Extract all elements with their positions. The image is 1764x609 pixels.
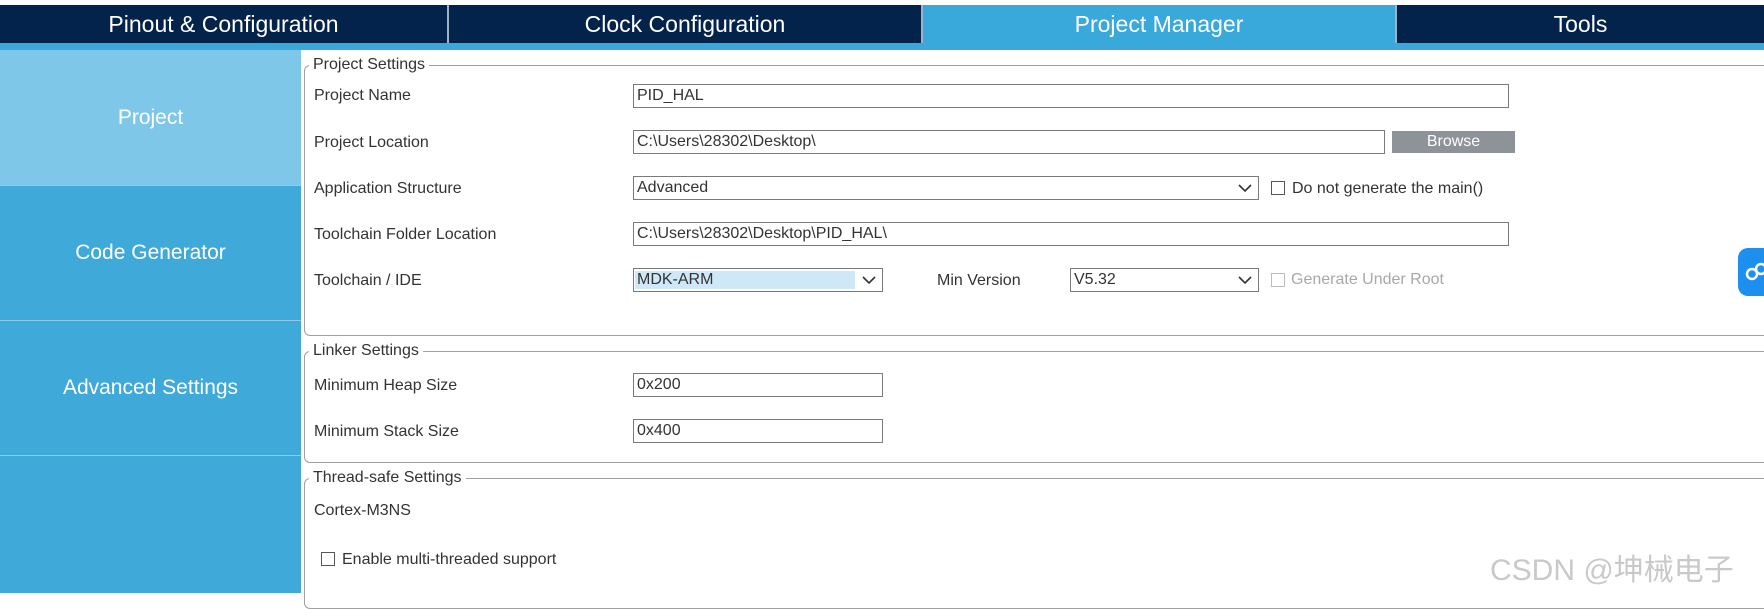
project-name-input[interactable]: PID_HAL <box>633 84 1509 108</box>
sidebar-item-label: Project <box>117 105 184 129</box>
toolchain-folder-label: Toolchain Folder Location <box>314 226 497 243</box>
project-name-label: Project Name <box>314 87 411 104</box>
chevron-down-icon <box>1238 276 1252 285</box>
min-version-select[interactable]: V5.32 <box>1070 268 1259 292</box>
enable-multithreaded-label: Enable multi-threaded support <box>342 551 557 568</box>
tab-tools[interactable]: Tools <box>1397 5 1764 43</box>
project-settings-legend: Project Settings <box>313 56 426 73</box>
floating-link-button[interactable] <box>1738 248 1764 296</box>
chevron-down-icon <box>862 276 876 285</box>
do-not-generate-main-label: Do not generate the main() <box>1292 180 1484 197</box>
application-structure-value: Advanced <box>637 179 709 196</box>
sidebar: Project Code Generator Advanced Settings <box>0 50 301 593</box>
watermark: CSDN @坤械电子 <box>1490 554 1734 587</box>
chevron-down-icon <box>1238 184 1252 193</box>
toolchain-ide-value: MDK-ARM <box>635 271 855 289</box>
sidebar-item-project[interactable]: Project <box>0 50 301 186</box>
do-not-generate-main-checkbox[interactable] <box>1271 181 1285 195</box>
toolchain-ide-select[interactable]: MDK-ARM <box>633 268 883 292</box>
tab-clock-configuration[interactable]: Clock Configuration <box>449 5 923 43</box>
linker-settings-legend: Linker Settings <box>313 342 419 359</box>
tab-pinout-configuration[interactable]: Pinout & Configuration <box>0 5 449 43</box>
toolchain-ide-label: Toolchain / IDE <box>314 272 422 289</box>
sidebar-item-label: Advanced Settings <box>62 376 239 399</box>
linker-settings-group: Linker Settings <box>304 342 1764 463</box>
toolchain-folder-input[interactable]: C:\Users\28302\Desktop\PID_HAL\ <box>633 222 1509 246</box>
minimum-heap-size-input[interactable]: 0x200 <box>633 373 883 397</box>
generate-under-root-checkbox[interactable] <box>1271 273 1285 287</box>
generate-under-root-label: Generate Under Root <box>1291 271 1444 288</box>
top-tab-bar: Pinout & Configuration Clock Configurati… <box>0 0 1764 50</box>
sidebar-item-code-generator[interactable]: Code Generator <box>0 186 301 321</box>
project-location-input[interactable]: C:\Users\28302\Desktop\ <box>633 130 1385 154</box>
application-structure-label: Application Structure <box>314 180 462 197</box>
application-structure-select[interactable]: Advanced <box>633 176 1259 200</box>
min-version-label: Min Version <box>937 272 1021 289</box>
sidebar-item-label: Code Generator <box>75 241 226 264</box>
minimum-heap-size-label: Minimum Heap Size <box>314 377 458 394</box>
content-panel: Project Settings Project Name PID_HAL Pr… <box>301 50 1764 609</box>
tab-project-manager[interactable]: Project Manager <box>923 5 1397 43</box>
project-location-label: Project Location <box>314 134 429 151</box>
enable-multithreaded-checkbox[interactable] <box>321 552 335 566</box>
thread-safe-settings-legend: Thread-safe Settings <box>313 469 462 486</box>
minimum-stack-size-input[interactable]: 0x400 <box>633 419 883 443</box>
minimum-stack-size-label: Minimum Stack Size <box>314 423 459 440</box>
tab-underline <box>0 43 1764 50</box>
core-label: Cortex-M3NS <box>314 502 411 519</box>
min-version-value: V5.32 <box>1074 271 1116 288</box>
link-icon <box>1745 262 1764 281</box>
browse-button[interactable]: Browse <box>1392 131 1515 153</box>
sidebar-item-advanced-settings[interactable]: Advanced Settings <box>0 321 301 456</box>
